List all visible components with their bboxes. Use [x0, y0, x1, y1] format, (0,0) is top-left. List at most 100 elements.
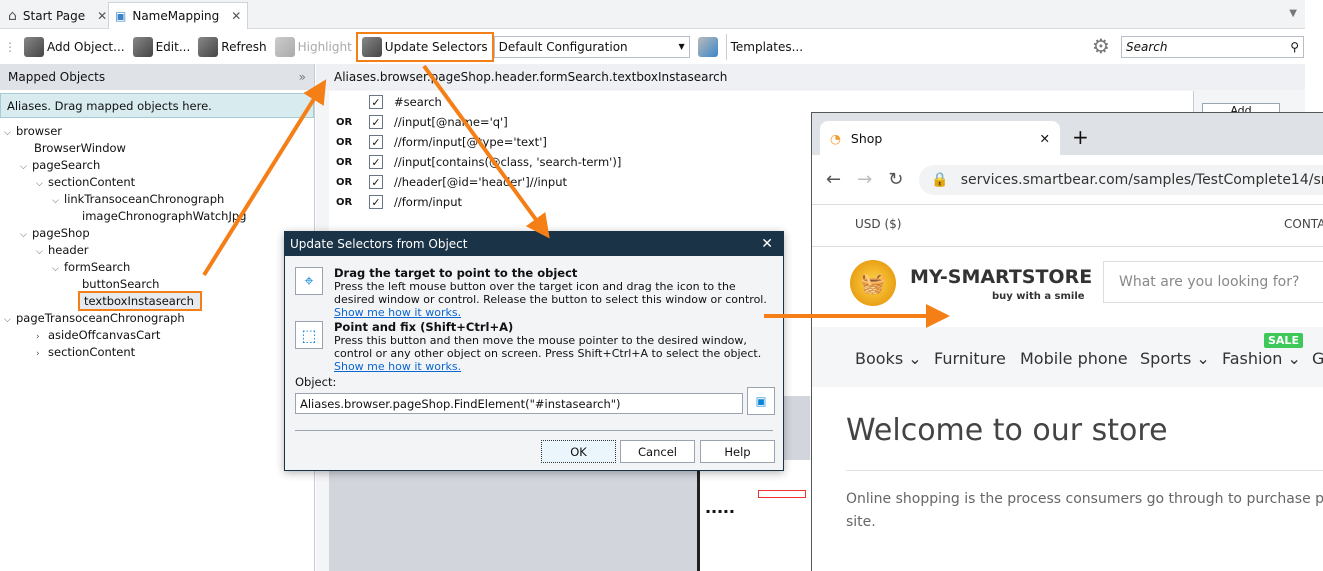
nav-fashion[interactable]: Fashion ⌄ [1222, 349, 1301, 368]
selector-row: OR ✓ //header[@id='header']//input [329, 172, 567, 192]
nav-sports[interactable]: Sports ⌄ [1140, 349, 1210, 368]
operator: OR [336, 196, 353, 208]
currency-select[interactable]: USD ($) [855, 217, 901, 231]
object-label: Object: [295, 375, 337, 389]
tree-item[interactable]: BrowserWindow [34, 140, 126, 157]
label: Templates... [730, 39, 804, 54]
store-search-input[interactable]: What are you looking for? [1103, 261, 1323, 303]
search-input[interactable]: Search ⚲ [1121, 36, 1304, 58]
tree-item[interactable]: ⌵ pageShop [20, 225, 90, 242]
address-bar[interactable]: 🔒 services.smartbear.com/samples/TestComp… [919, 164, 1323, 195]
selector-value[interactable]: //input[@name='q'] [394, 115, 508, 129]
close-icon[interactable]: ✕ [1040, 131, 1050, 146]
show-me-link[interactable]: Show me how it works. [334, 306, 461, 319]
object-input[interactable]: Aliases.browser.pageShop.FindElement("#i… [295, 393, 743, 414]
operator: OR [336, 156, 353, 168]
edit-icon [132, 36, 153, 57]
tree-item[interactable]: ⌵ formSearch [52, 259, 130, 276]
tree-item-selected[interactable]: textboxInstasearch [78, 291, 202, 311]
nav-mobile-phone[interactable]: Mobile phone [1020, 349, 1128, 368]
tree-item[interactable]: ⌵ header [36, 242, 89, 259]
templates-button[interactable]: Templates... [725, 33, 807, 60]
ok-button[interactable]: OK [541, 440, 616, 463]
new-tab-icon[interactable]: + [1072, 125, 1089, 149]
forward-icon[interactable]: → [857, 169, 872, 190]
aliases-drop-zone[interactable]: Aliases. Drag mapped objects here. [0, 93, 314, 118]
close-icon[interactable]: ✕ [97, 9, 107, 23]
url: services.smartbear.com/samples/TestCompl… [960, 171, 1323, 188]
gear-icon[interactable]: ⚙ [1092, 34, 1110, 58]
selector-value[interactable]: //form/input[@type='text'] [394, 135, 547, 149]
configuration-select[interactable]: Default Configuration ▼ [493, 35, 690, 58]
selector-checkbox[interactable]: ✓ [369, 195, 383, 209]
selector-row: OR ✓ //form/input[@type='text'] [329, 132, 547, 152]
tab-label: Start Page [22, 8, 86, 23]
update-selectors-dialog: Update Selectors from Object ✕ ⌖ Drag the… [284, 231, 784, 471]
tree-item[interactable]: imageChronographWatchJpg [82, 208, 246, 225]
dropdown-icon[interactable]: ▼ [1289, 8, 1297, 19]
nav-books[interactable]: Books ⌄ [855, 349, 922, 368]
selector-value[interactable]: //header[@id='header']//input [394, 175, 567, 189]
refresh-icon [198, 36, 219, 57]
operator: OR [336, 116, 353, 128]
cancel-button[interactable]: Cancel [620, 440, 695, 463]
intro-text: Online shopping is the process consumers… [846, 491, 1323, 507]
panel-title: Mapped Objects [8, 70, 106, 84]
point-and-fix-icon[interactable]: ⬚ [295, 321, 323, 349]
tree-item[interactable]: ⌵ pageTransoceanChronograph [4, 310, 185, 327]
option-title: Drag the target to point to the object [334, 266, 578, 280]
show-me-link[interactable]: Show me how it works. [334, 360, 461, 373]
selector-checkbox[interactable]: ✓ [369, 95, 383, 109]
tab-label: Shop [850, 130, 883, 146]
nav-furniture[interactable]: Furniture [934, 349, 1006, 368]
nav-more[interactable]: G [1312, 349, 1323, 368]
label: Highlight [297, 39, 352, 54]
toolbar: ⋮ Add Object... Edit... Refresh Highligh… [0, 30, 1305, 63]
label: Add Object... [47, 39, 125, 54]
lock-icon: 🔒 [931, 171, 949, 188]
tree-item[interactable]: › asideOffcanvasCart [36, 327, 160, 344]
page-thumbnail: ▪ ▪ ▪ ▪ ▪ [697, 460, 811, 571]
tree-item[interactable]: ⌵ pageSearch [20, 157, 100, 174]
close-icon[interactable]: ✕ [231, 9, 241, 23]
selector-checkbox[interactable]: ✓ [369, 175, 383, 189]
refresh-button[interactable]: Refresh [194, 34, 270, 60]
collapse-icon[interactable]: » [299, 70, 306, 84]
highlight-button[interactable]: Highlight [271, 34, 356, 60]
option-title: Point and fix (Shift+Ctrl+A) [334, 320, 514, 334]
tree-item[interactable]: ⌵ browser [4, 123, 62, 140]
edit-button[interactable]: Edit... [129, 34, 195, 60]
placeholder: Search [1126, 40, 1168, 54]
reload-icon[interactable]: ↻ [888, 169, 903, 190]
operator: OR [336, 136, 353, 148]
selector-checkbox[interactable]: ✓ [369, 155, 383, 169]
add-object-button[interactable]: Add Object... [20, 34, 129, 60]
selector-checkbox[interactable]: ✓ [369, 115, 383, 129]
object-picker-icon[interactable]: ▣ [747, 387, 775, 415]
contact-link[interactable]: CONTA [1284, 217, 1323, 231]
tree-item[interactable]: ⌵ linkTransoceanChronograph [52, 191, 224, 208]
selector-value[interactable]: #search [394, 95, 442, 109]
tab-start-page[interactable]: ⌂ Start Page ✕ [2, 2, 113, 29]
operator: OR [336, 176, 353, 188]
selector-value[interactable]: //form/input [394, 195, 462, 209]
browser-tab[interactable]: ◔ Shop ✕ [820, 121, 1060, 155]
tree-item[interactable]: › sectionContent [36, 344, 135, 361]
option-text: Press the left mouse button over the tar… [334, 280, 767, 306]
selector-value[interactable]: //input[contains(@class, 'search-term')] [394, 155, 621, 169]
close-icon[interactable]: ✕ [761, 236, 773, 252]
update-selectors-icon [361, 36, 382, 57]
target-icon[interactable]: ⌖ [295, 267, 323, 295]
label: Edit... [155, 39, 191, 54]
tab-label: NameMapping [132, 9, 220, 23]
map-refresh-icon[interactable] [697, 36, 718, 57]
back-icon[interactable]: ← [826, 169, 841, 190]
tab-namemapping[interactable]: ▣ NameMapping ✕ [108, 2, 249, 29]
selector-checkbox[interactable]: ✓ [369, 135, 383, 149]
welcome-heading: Welcome to our store [846, 413, 1168, 448]
store-logo[interactable]: MY-SMARTSTORE [910, 266, 1092, 288]
label: Default Configuration [498, 39, 628, 54]
help-button[interactable]: Help [700, 440, 775, 463]
update-selectors-button[interactable]: Update Selectors [355, 31, 494, 62]
tree-item[interactable]: ⌵ sectionContent [36, 174, 135, 191]
